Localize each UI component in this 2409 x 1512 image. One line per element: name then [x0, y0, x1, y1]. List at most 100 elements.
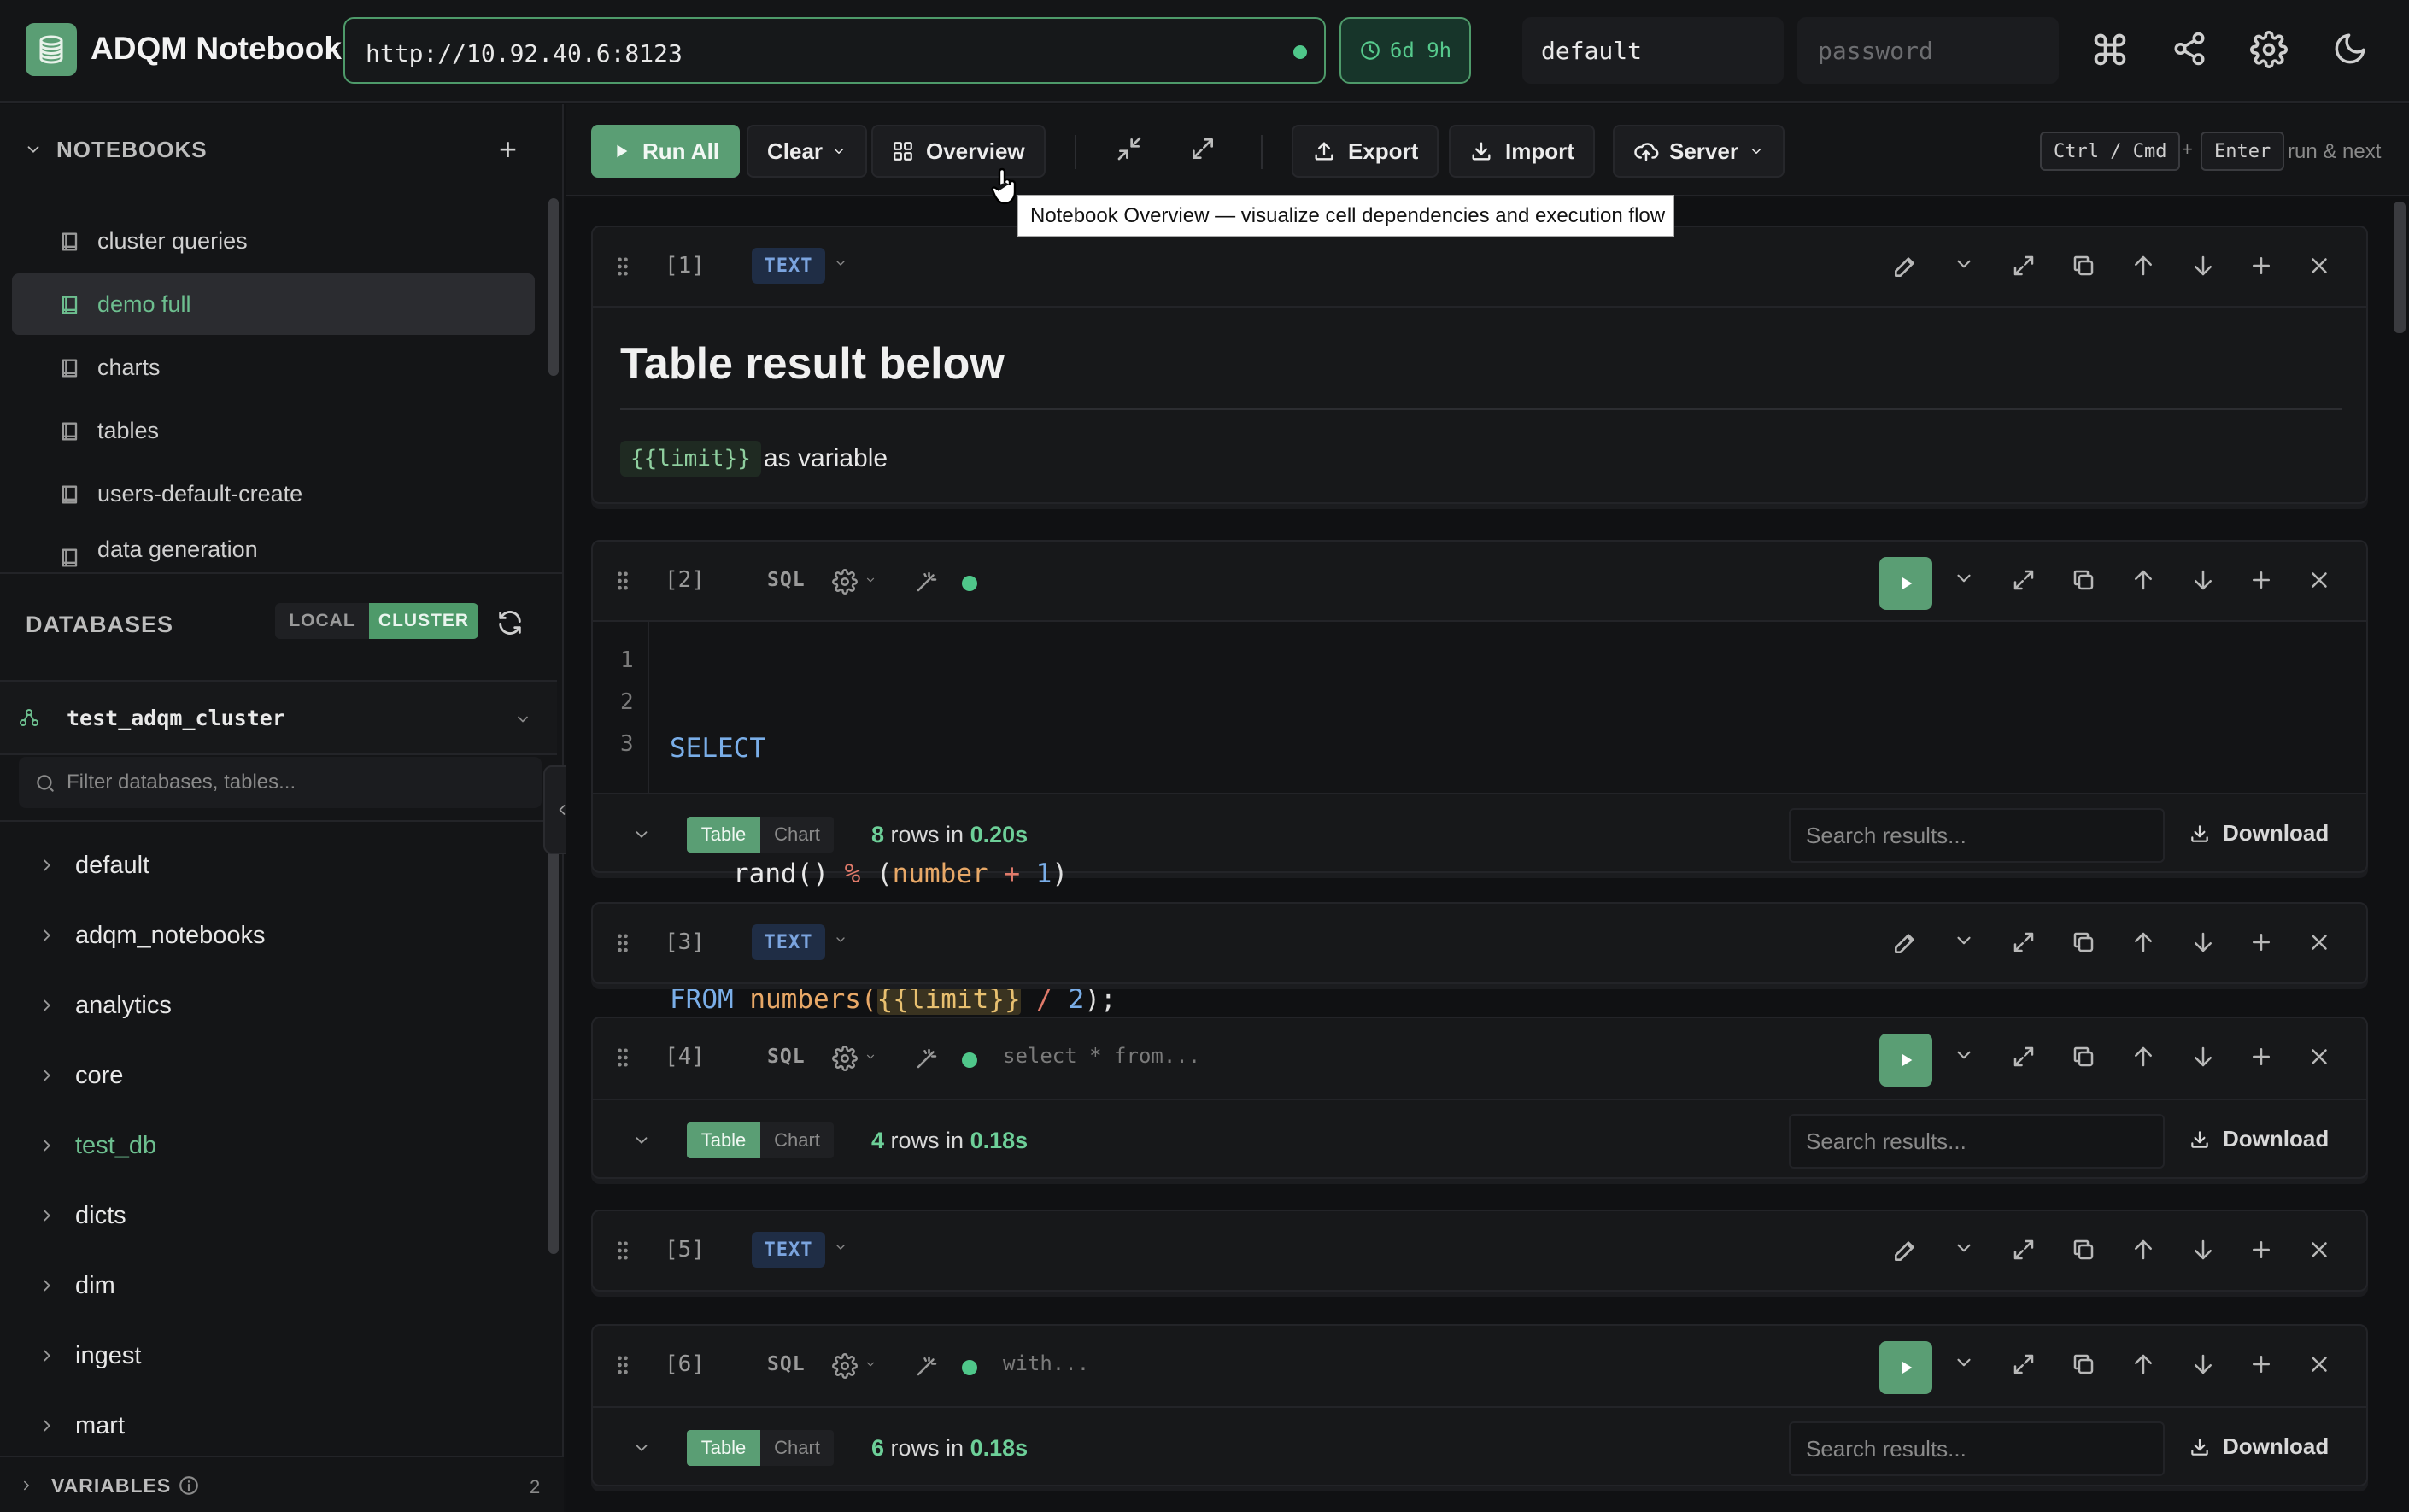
- notebook-cell-2[interactable]: [2] SQL 1 2 3 SELECT rand() % (number +: [591, 540, 2368, 1015]
- cell-type-tag[interactable]: TEXT: [752, 248, 825, 284]
- chevron-down-icon[interactable]: [1953, 567, 1975, 589]
- edit-icon[interactable]: [1891, 929, 1919, 957]
- chevron-down-icon[interactable]: [1953, 1044, 1975, 1066]
- search-results-input[interactable]: [1789, 1114, 2165, 1169]
- notebook-item-data-generation[interactable]: data generation: [12, 526, 535, 572]
- import-button[interactable]: Import: [1449, 125, 1595, 178]
- expand-cell-icon[interactable]: [2011, 567, 2037, 593]
- add-cell-icon[interactable]: [2248, 1351, 2274, 1377]
- move-down-icon[interactable]: [2190, 253, 2216, 278]
- duplicate-icon[interactable]: [2071, 567, 2096, 593]
- add-cell-icon[interactable]: [2248, 253, 2274, 278]
- chevron-down-icon[interactable]: [632, 1439, 651, 1457]
- notebook-item-cluster-queries[interactable]: cluster queries: [12, 210, 535, 272]
- run-all-button[interactable]: Run All: [591, 125, 741, 178]
- chevron-down-icon[interactable]: [632, 825, 651, 844]
- download-button[interactable]: Download: [2189, 1126, 2329, 1152]
- chart-view-button[interactable]: Chart: [760, 1122, 834, 1158]
- table-view-button[interactable]: Table: [687, 817, 760, 853]
- delete-cell-icon[interactable]: [2306, 1237, 2332, 1263]
- drag-handle-icon[interactable]: [617, 1047, 629, 1068]
- filter-databases-input[interactable]: [19, 757, 542, 808]
- database-item-dicts[interactable]: dicts: [0, 1186, 547, 1245]
- notebooks-scrollbar[interactable]: [548, 198, 559, 376]
- cell-type-tag[interactable]: TEXT: [752, 1232, 825, 1268]
- notebook-item-charts[interactable]: charts: [12, 337, 535, 398]
- add-cell-icon[interactable]: [2248, 1044, 2274, 1070]
- notebook-cell-6[interactable]: [6] SQL with... Table Chart 6 rows in 0.…: [591, 1324, 2368, 1486]
- cell-settings-gear-icon[interactable]: [832, 1046, 858, 1071]
- refresh-icon[interactable]: [495, 608, 525, 637]
- edit-icon[interactable]: [1891, 1237, 1919, 1264]
- move-up-icon[interactable]: [2131, 1237, 2156, 1263]
- dark-mode-moon-icon[interactable]: [2332, 31, 2368, 67]
- database-item-test-db[interactable]: test_db: [0, 1116, 547, 1175]
- move-up-icon[interactable]: [2131, 929, 2156, 955]
- expand-cell-icon[interactable]: [2011, 929, 2037, 955]
- delete-cell-icon[interactable]: [2306, 253, 2332, 278]
- chevron-down-icon[interactable]: [632, 1131, 651, 1150]
- download-button[interactable]: Download: [2189, 820, 2329, 847]
- chevron-down-icon[interactable]: [865, 1358, 876, 1370]
- clear-button[interactable]: Clear: [747, 125, 868, 178]
- notebook-item-users-default-create[interactable]: users-default-create: [12, 463, 535, 525]
- collapse-all-icon[interactable]: [1116, 135, 1143, 162]
- delete-cell-icon[interactable]: [2306, 1044, 2332, 1070]
- password-input[interactable]: [1797, 17, 2059, 84]
- chevron-down-icon[interactable]: [865, 574, 876, 586]
- expand-all-icon[interactable]: [1189, 135, 1216, 162]
- notebook-item-demo-full[interactable]: demo full: [12, 273, 535, 335]
- drag-handle-icon[interactable]: [617, 933, 629, 953]
- move-up-icon[interactable]: [2131, 253, 2156, 278]
- database-item-core[interactable]: core: [0, 1046, 547, 1105]
- search-results-input[interactable]: [1789, 808, 2165, 863]
- edit-icon[interactable]: [1891, 253, 1919, 280]
- move-up-icon[interactable]: [2131, 567, 2156, 593]
- chart-view-button[interactable]: Chart: [760, 817, 834, 853]
- share-icon[interactable]: [2172, 31, 2207, 67]
- uptime-badge[interactable]: 6d 9h: [1339, 17, 1471, 84]
- notebook-cell-5[interactable]: [5] TEXT: [591, 1210, 2368, 1292]
- connection-url-field[interactable]: http://10.92.40.6:8123: [343, 17, 1326, 84]
- expand-cell-icon[interactable]: [2011, 253, 2037, 278]
- drag-handle-icon[interactable]: [617, 571, 629, 591]
- settings-gear-icon[interactable]: [2250, 31, 2288, 68]
- add-cell-icon[interactable]: [2248, 1237, 2274, 1263]
- move-up-icon[interactable]: [2131, 1044, 2156, 1070]
- move-down-icon[interactable]: [2190, 1351, 2216, 1377]
- cluster-selector[interactable]: test_adqm_cluster: [0, 680, 557, 755]
- database-item-analytics[interactable]: analytics: [0, 976, 547, 1035]
- database-item-adqm-notebooks[interactable]: adqm_notebooks: [0, 905, 547, 965]
- add-cell-icon[interactable]: [2248, 929, 2274, 955]
- database-item-ingest[interactable]: ingest: [0, 1326, 547, 1386]
- move-down-icon[interactable]: [2190, 567, 2216, 593]
- username-input[interactable]: [1522, 17, 1784, 84]
- delete-cell-icon[interactable]: [2306, 1351, 2332, 1377]
- download-button[interactable]: Download: [2189, 1433, 2329, 1460]
- table-view-button[interactable]: Table: [687, 1122, 760, 1158]
- duplicate-icon[interactable]: [2071, 253, 2096, 278]
- notebook-cell-3[interactable]: [3] TEXT: [591, 902, 2368, 984]
- export-button[interactable]: Export: [1292, 125, 1439, 178]
- move-down-icon[interactable]: [2190, 1044, 2216, 1070]
- info-icon[interactable]: [178, 1474, 200, 1497]
- databases-scrollbar[interactable]: [548, 839, 559, 1254]
- chart-view-button[interactable]: Chart: [760, 1430, 834, 1466]
- add-cell-icon[interactable]: [2248, 567, 2274, 593]
- duplicate-icon[interactable]: [2071, 1237, 2096, 1263]
- notebook-item-tables[interactable]: tables: [12, 400, 535, 461]
- notebook-cell-1[interactable]: [1] TEXT Table result below {{limit}} as…: [591, 226, 2368, 504]
- drag-handle-icon[interactable]: [617, 256, 629, 277]
- chevron-down-icon[interactable]: [1953, 929, 1975, 952]
- command-palette-icon[interactable]: [2091, 31, 2129, 68]
- expand-cell-icon[interactable]: [2011, 1044, 2037, 1070]
- magic-wand-icon[interactable]: [914, 569, 940, 595]
- duplicate-icon[interactable]: [2071, 929, 2096, 955]
- move-down-icon[interactable]: [2190, 929, 2216, 955]
- delete-cell-icon[interactable]: [2306, 929, 2332, 955]
- duplicate-icon[interactable]: [2071, 1044, 2096, 1070]
- run-cell-button[interactable]: [1879, 557, 1932, 610]
- expand-cell-icon[interactable]: [2011, 1351, 2037, 1377]
- main-scrollbar[interactable]: [2394, 202, 2406, 333]
- chevron-down-icon[interactable]: [1953, 253, 1975, 275]
